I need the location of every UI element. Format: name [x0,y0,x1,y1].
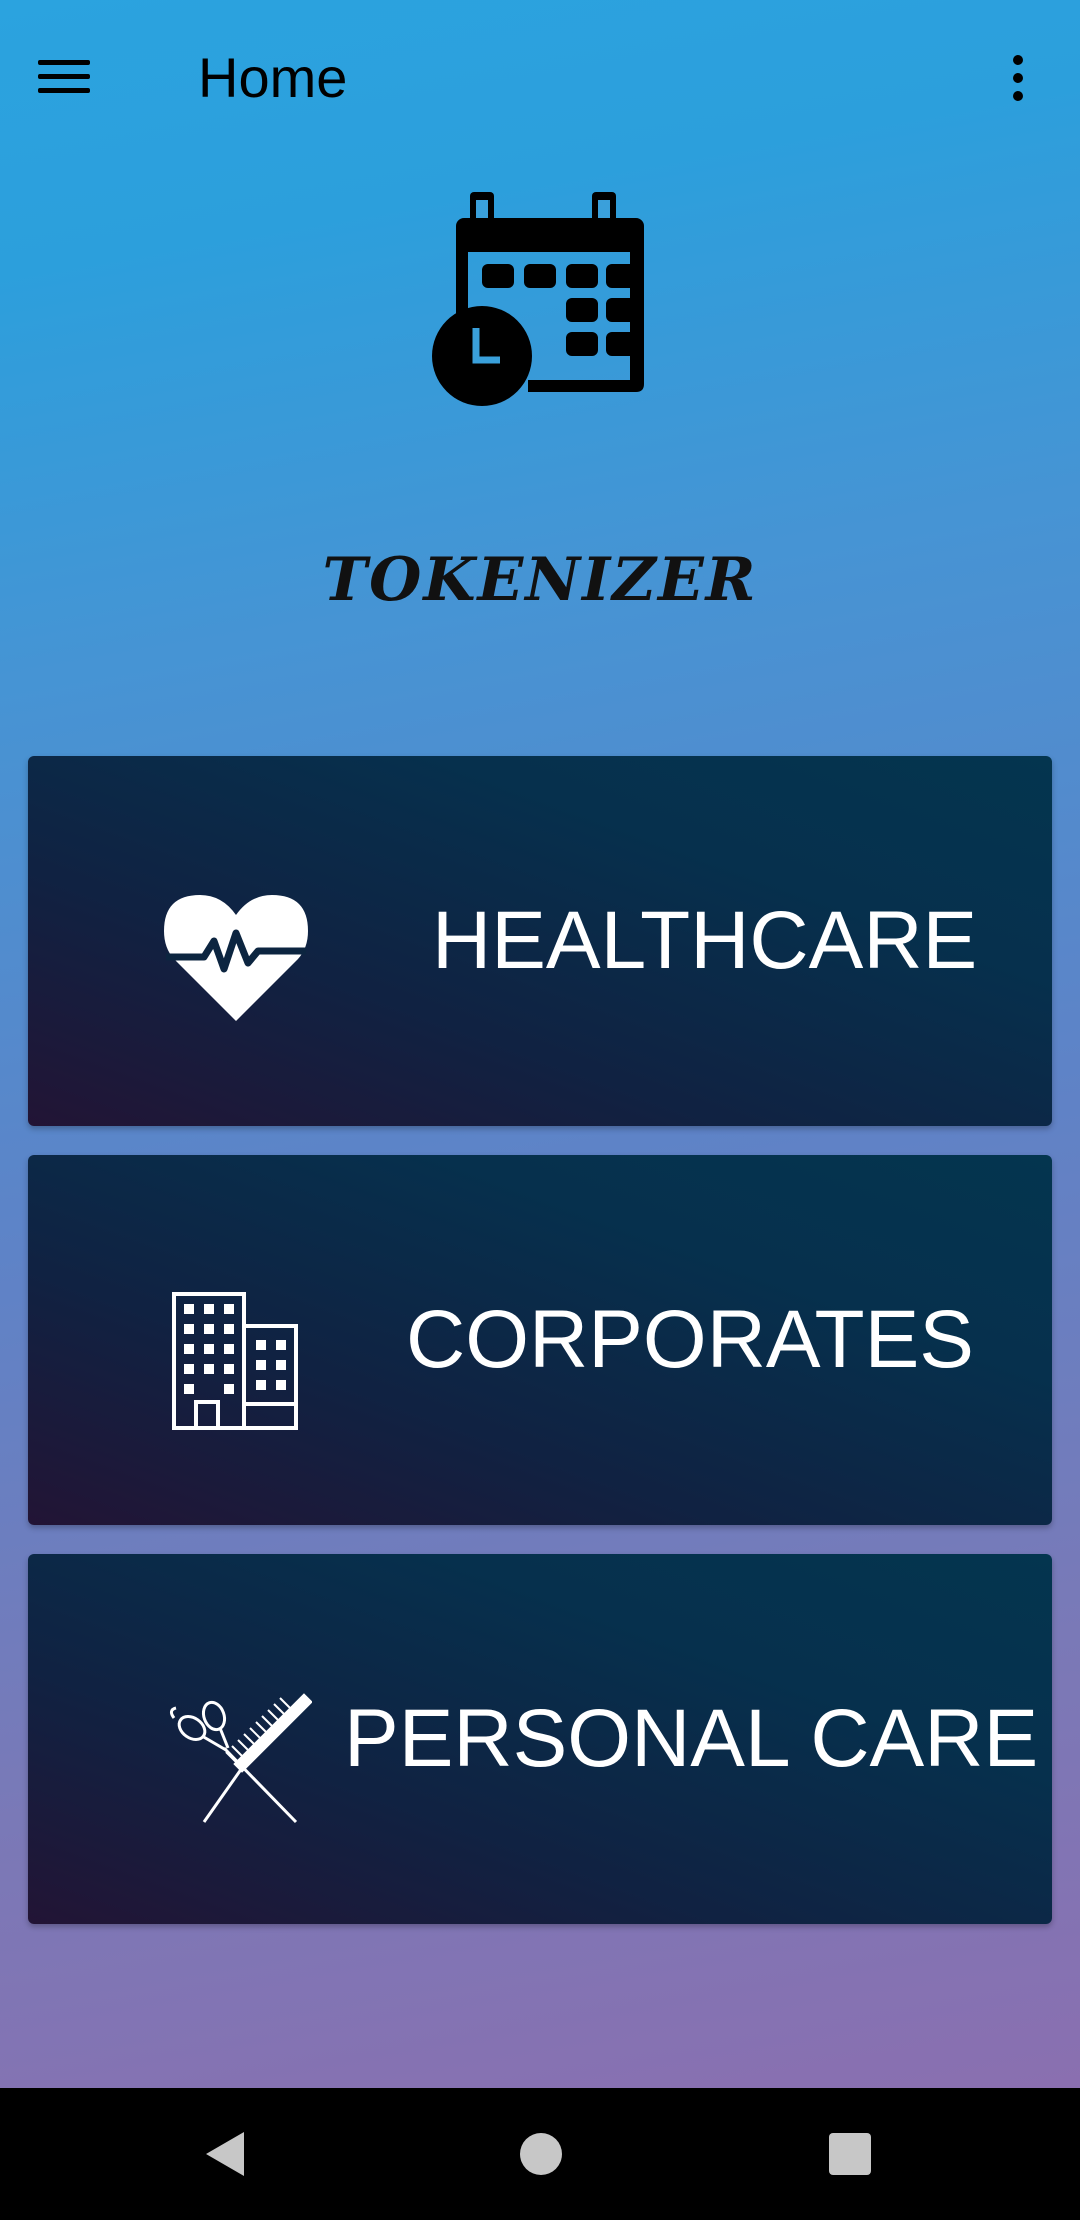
heart-pulse-icon [164,895,308,1021]
page-title: Home [198,46,348,109]
brand-name: TOKENIZER [322,545,758,615]
home-circle-icon[interactable] [520,2133,562,2175]
calendar-clock-icon [432,192,644,406]
scissors-comb-icon [169,1693,312,1824]
corporates-card[interactable]: CORPORATES [28,1155,1052,1525]
hamburger-menu-icon[interactable] [38,44,118,108]
healthcare-card[interactable]: HEALTHCARE [28,756,1052,1126]
personal-care-card[interactable]: PERSONAL CARE [28,1554,1052,1924]
home-screen: Home TOKENIZER HEALTHCARE CORPORATES PER… [0,0,1080,2088]
recents-square-icon[interactable] [829,2133,871,2175]
back-triangle-icon[interactable] [202,2130,250,2178]
corporates-label: CORPORATES [406,1294,974,1385]
personal-care-label: PERSONAL CARE [344,1693,1039,1784]
more-vert-icon[interactable] [990,42,1046,114]
app-bar: Home [0,0,1080,160]
office-building-icon [172,1292,298,1430]
healthcare-label: HEALTHCARE [432,895,978,986]
